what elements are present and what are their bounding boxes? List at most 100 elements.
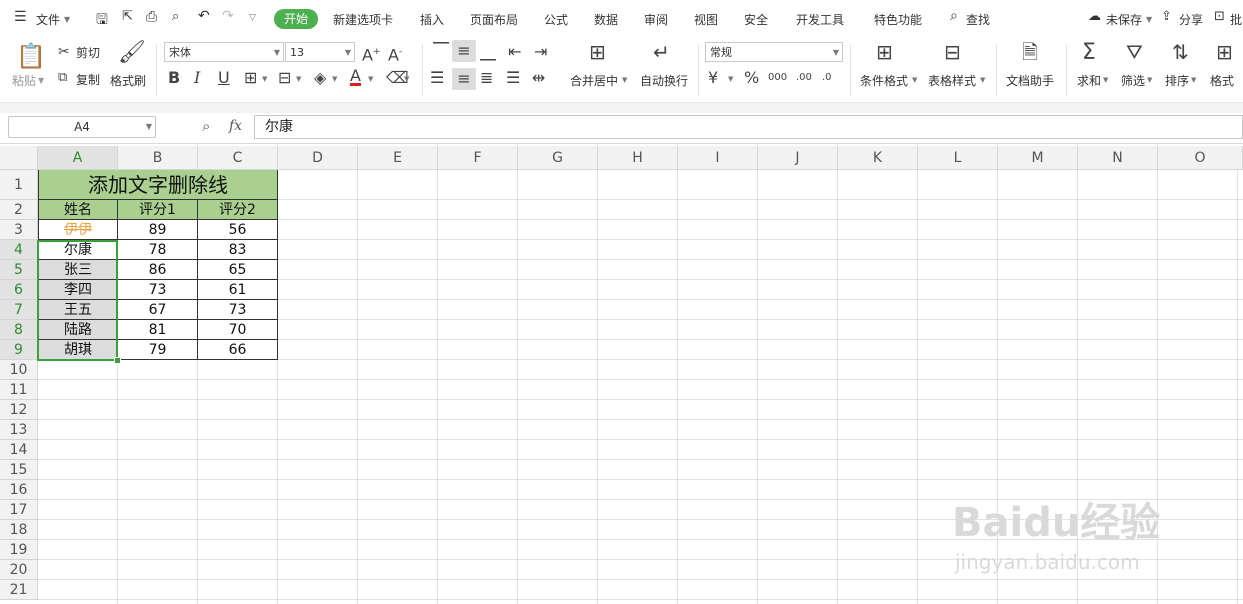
row-header-6[interactable]: 6 <box>0 280 38 300</box>
share-button[interactable]: 分享 <box>1179 11 1203 28</box>
hamburger-icon[interactable]: ☰ <box>14 9 27 25</box>
align-top-icon[interactable]: ⎺ <box>430 42 452 62</box>
justify-icon[interactable]: ☰ <box>506 70 520 86</box>
row-header-5[interactable]: 5 <box>0 260 38 280</box>
sum-button[interactable]: 求和 <box>1077 72 1101 89</box>
row-header-9[interactable]: 9 <box>0 340 38 360</box>
sheet-title-cell[interactable]: 添加文字删除线 <box>38 170 278 200</box>
row-header-4[interactable]: 4 <box>0 240 38 260</box>
score2-cell[interactable]: 66 <box>198 340 278 360</box>
chevron-down-icon[interactable]: ▼ <box>332 75 337 83</box>
column-header-l[interactable]: L <box>918 146 998 170</box>
search-icon[interactable]: ⌕ <box>950 8 958 24</box>
thousands-icon[interactable]: 000 <box>768 70 787 86</box>
tab-developer[interactable]: 开发工具 <box>796 11 844 28</box>
number-format-select[interactable]: 常规 ▼ <box>705 42 843 62</box>
score1-cell[interactable]: 86 <box>118 260 198 280</box>
score1-cell[interactable]: 73 <box>118 280 198 300</box>
column-header-c[interactable]: C <box>198 146 278 170</box>
font-color-icon[interactable]: A <box>350 68 361 86</box>
print-icon[interactable]: ⎙ <box>146 9 157 25</box>
table-style-icon[interactable]: ⊟ <box>944 42 961 62</box>
chevron-down-icon[interactable]: ▼ <box>368 75 373 83</box>
tab-view[interactable]: 视图 <box>694 11 718 28</box>
chevron-down-icon[interactable]: ▼ <box>980 76 985 84</box>
chevron-down-icon[interactable]: ▼ <box>1103 76 1108 84</box>
name-cell[interactable]: 陆路 <box>38 320 118 340</box>
decrease-indent-icon[interactable]: ⇤ <box>508 44 521 60</box>
column-header-n[interactable]: N <box>1078 146 1158 170</box>
row-header-21[interactable]: 21 <box>0 580 38 600</box>
decrease-font-icon[interactable]: A- <box>388 44 402 63</box>
column-header-a[interactable]: A <box>38 146 118 170</box>
chevron-down-icon[interactable]: ▼ <box>64 15 70 24</box>
row-header-16[interactable]: 16 <box>0 480 38 500</box>
save-icon[interactable]: 🖫 <box>96 9 108 33</box>
chevron-down-icon[interactable]: ▼ <box>1191 76 1196 84</box>
tab-features[interactable]: 特色功能 <box>874 11 922 28</box>
cell-style-icon[interactable]: ⊟ <box>278 70 291 86</box>
row-header-19[interactable]: 19 <box>0 540 38 560</box>
tab-new[interactable]: 新建选项卡 <box>333 11 393 28</box>
tab-security[interactable]: 安全 <box>744 11 768 28</box>
unsaved-status[interactable]: 未保存 <box>1106 11 1142 28</box>
align-right-icon[interactable]: ≣ <box>480 70 493 86</box>
score1-cell[interactable]: 78 <box>118 240 198 260</box>
sort-icon[interactable]: ⇅ <box>1172 42 1189 62</box>
formula-input[interactable]: 尔康 <box>254 115 1243 139</box>
row-header-13[interactable]: 13 <box>0 420 38 440</box>
row-header-8[interactable]: 8 <box>0 320 38 340</box>
row-header-15[interactable]: 15 <box>0 460 38 480</box>
conditional-format-icon[interactable]: ⊞ <box>876 42 893 62</box>
row-header-17[interactable]: 17 <box>0 500 38 520</box>
fx-icon[interactable]: fx <box>229 118 242 134</box>
tab-insert[interactable]: 插入 <box>420 11 444 28</box>
header-cell-name[interactable]: 姓名 <box>38 200 118 220</box>
score2-cell[interactable]: 65 <box>198 260 278 280</box>
header-cell-score2[interactable]: 评分2 <box>198 200 278 220</box>
chevron-down-icon[interactable]: ▼ <box>728 75 733 83</box>
increase-font-icon[interactable]: A+ <box>362 44 381 63</box>
row-header-11[interactable]: 11 <box>0 380 38 400</box>
undo-icon[interactable]: ↶ <box>198 8 210 24</box>
wrap-text-button[interactable]: 自动换行 <box>640 72 688 89</box>
export-icon[interactable]: ⇱ <box>122 9 133 24</box>
format-painter-icon[interactable]: 🖌 <box>118 42 146 64</box>
row-header-3[interactable]: 3 <box>0 220 38 240</box>
chevron-down-icon[interactable]: ▼ <box>404 75 409 83</box>
chevron-down-icon[interactable]: ▼ <box>1147 76 1152 84</box>
score1-cell[interactable]: 79 <box>118 340 198 360</box>
chevron-down-icon[interactable]: ▼ <box>1146 15 1152 24</box>
conditional-format-button[interactable]: 条件格式 <box>860 72 908 89</box>
tab-data[interactable]: 数据 <box>594 11 618 28</box>
column-header-k[interactable]: K <box>838 146 918 170</box>
column-header-j[interactable]: J <box>758 146 838 170</box>
row-header-10[interactable]: 10 <box>0 360 38 380</box>
score1-cell[interactable]: 67 <box>118 300 198 320</box>
column-header-g[interactable]: G <box>518 146 598 170</box>
column-header-h[interactable]: H <box>598 146 678 170</box>
row-header-18[interactable]: 18 <box>0 520 38 540</box>
redo-icon[interactable]: ↷ <box>222 8 234 24</box>
fill-handle[interactable] <box>114 357 121 364</box>
row-header-12[interactable]: 12 <box>0 400 38 420</box>
print-preview-icon[interactable]: ⌕ <box>172 9 179 24</box>
align-left-icon[interactable]: ☰ <box>430 70 444 86</box>
tab-formulas[interactable]: 公式 <box>544 11 568 28</box>
row-header-1[interactable]: 1 <box>0 170 38 200</box>
format-icon[interactable]: ⊞ <box>1216 42 1233 62</box>
tab-home[interactable]: 开始 <box>274 9 318 29</box>
copy-button[interactable]: 复制 <box>76 71 100 88</box>
row-header-14[interactable]: 14 <box>0 440 38 460</box>
quick-access-more-icon[interactable]: ▽ <box>249 13 256 23</box>
fill-color-icon[interactable]: ◈ <box>314 70 326 86</box>
format-button[interactable]: 格式 <box>1210 72 1234 89</box>
tab-review[interactable]: 审阅 <box>644 11 668 28</box>
row-header-2[interactable]: 2 <box>0 200 38 220</box>
font-name-select[interactable]: 宋体 ▼ <box>164 42 284 62</box>
font-size-select[interactable]: 13 ▼ <box>285 42 355 62</box>
select-all-corner[interactable] <box>0 146 38 170</box>
name-cell[interactable]: 张三 <box>38 260 118 280</box>
increase-indent-icon[interactable]: ⇥ <box>534 44 547 60</box>
sum-icon[interactable]: Σ <box>1082 42 1096 64</box>
